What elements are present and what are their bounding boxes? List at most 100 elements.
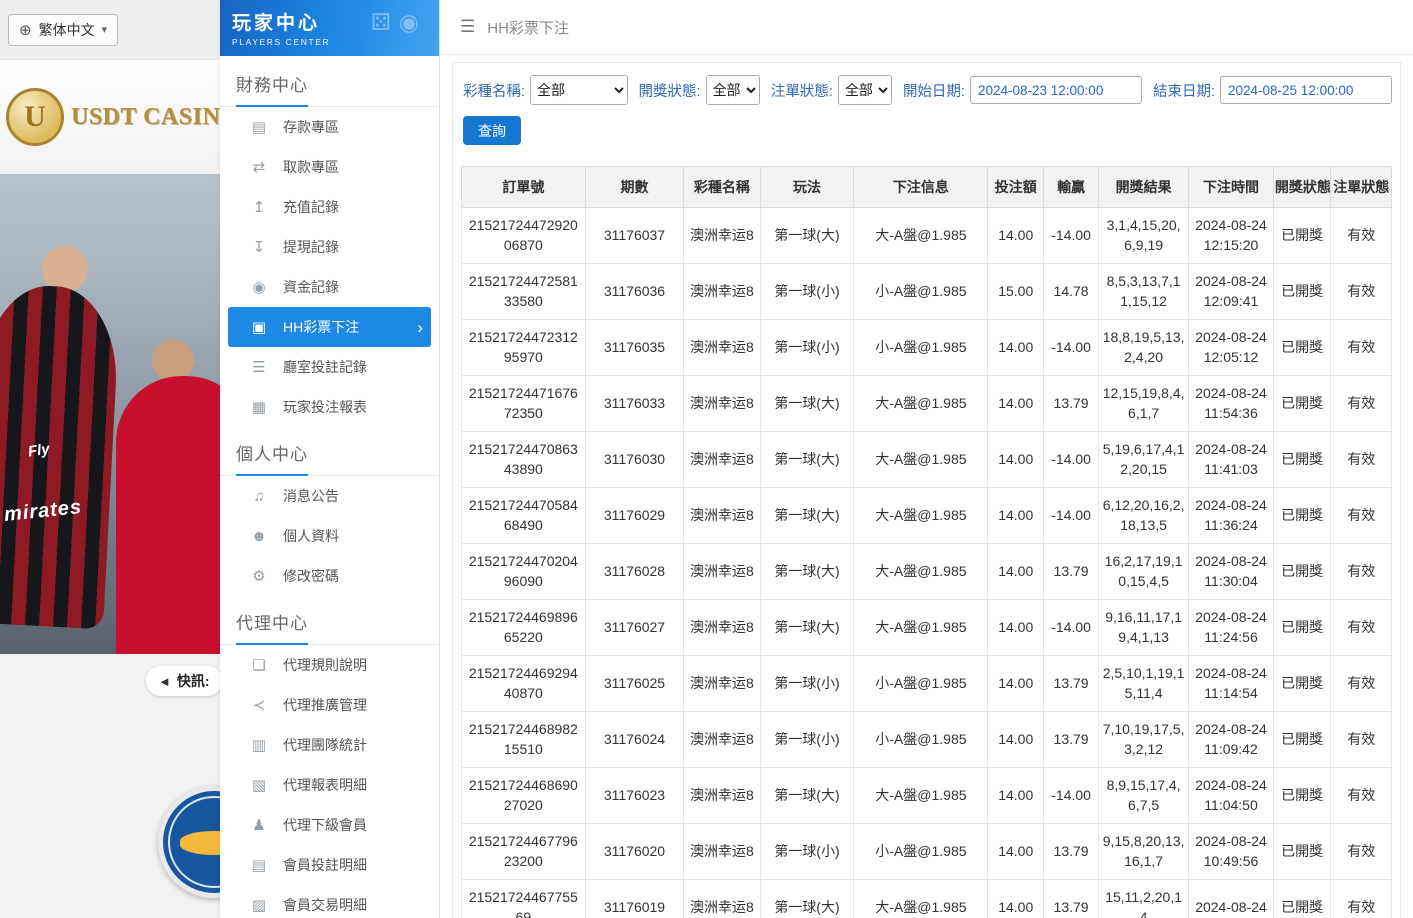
- lottery-name-select[interactable]: 全部: [530, 75, 628, 105]
- table-cell: 小-A盤@1.985: [854, 264, 988, 320]
- table-cell: 2024-08-24 11:41:03: [1189, 432, 1274, 488]
- sidebar-item-label: 取款專區: [283, 157, 339, 177]
- sidebar-item-agent_members[interactable]: ♟代理下級會員: [228, 805, 431, 845]
- table-cell: 2152172447086343890: [462, 432, 586, 488]
- language-label: 繁体中文: [39, 20, 95, 40]
- bet-table-header-row: 訂單號期數彩種名稱玩法下注信息投注額輸贏開獎結果下注時間開獎狀態注單狀態: [462, 167, 1392, 208]
- table-cell: 澳洲幸运8: [684, 264, 760, 320]
- table-cell: 第一球(大): [760, 376, 854, 432]
- sidebar-item-agent_team[interactable]: ▥ 代理團隊統計: [228, 725, 431, 765]
- sidebar-item-recharge_record[interactable]: ↥充值記錄: [228, 187, 431, 227]
- start-date-input[interactable]: [970, 76, 1142, 104]
- sidebar-item-label: 代理團隊統計: [283, 735, 367, 755]
- jersey-text: Fly: [27, 441, 51, 461]
- table-cell: 已開獎: [1273, 824, 1331, 880]
- sidebar-item-announcement[interactable]: ♫消息公告: [228, 476, 431, 516]
- sidebar-item-label: 充值記錄: [283, 197, 339, 217]
- sidebar-item-profile[interactable]: ☻個人資料: [228, 516, 431, 556]
- sidebar-item-label: 個人資料: [283, 526, 339, 546]
- table-cell: 2152172447258133580: [462, 264, 586, 320]
- table-cell: 14.00: [988, 432, 1044, 488]
- table-cell: 8,5,3,13,7,11,15,12: [1099, 264, 1189, 320]
- table-cell: 澳洲幸运8: [684, 656, 760, 712]
- sidebar-item-label: 代理推廣管理: [283, 695, 367, 715]
- sidebar-item-label: HH彩票下注: [283, 317, 359, 337]
- table-cell: 有效: [1331, 824, 1392, 880]
- table-cell: 2024-08-24 12:15:20: [1189, 208, 1274, 264]
- table-cell: 已開獎: [1273, 768, 1331, 824]
- brand-coin-icon: U: [6, 88, 64, 146]
- table-cell: 有效: [1331, 208, 1392, 264]
- table-cell: 2024-08-24 11:04:50: [1189, 768, 1274, 824]
- sidebar-item-label: 代理規則說明: [283, 655, 367, 675]
- table-cell: -14.00: [1044, 320, 1099, 376]
- table-cell: 第一球(大): [760, 600, 854, 656]
- table-cell: 第一球(小): [760, 656, 854, 712]
- table-cell: 澳洲幸运8: [684, 320, 760, 376]
- table-cell: 澳洲幸运8: [684, 544, 760, 600]
- table-cell: 第一球(大): [760, 208, 854, 264]
- caret-down-icon: ▾: [102, 23, 108, 36]
- sidebar-item-funds_record[interactable]: ◉資金記錄: [228, 267, 431, 307]
- table-cell: 已開獎: [1273, 488, 1331, 544]
- bet-status-select[interactable]: 全部: [838, 75, 892, 105]
- hamburger-icon[interactable]: ☰: [460, 17, 475, 37]
- table-row: 215217244723129597031176035澳洲幸运8第一球(小)小-…: [462, 320, 1392, 376]
- sidebar-item-lottery_bet[interactable]: ▣HH彩票下注›: [228, 307, 431, 347]
- sidebar-item-room_bet_record[interactable]: ☰廳室投註記錄: [228, 347, 431, 387]
- draw-status-label: 開獎狀態:: [639, 80, 701, 101]
- sidebar-section-heading: 個人中心: [220, 427, 439, 476]
- sidebar-item-agent_rules[interactable]: ❏代理規則說明: [228, 645, 431, 685]
- table-cell: 2024-08-24: [1189, 880, 1274, 918]
- table-cell: 6,12,20,16,2,18,13,5: [1099, 488, 1189, 544]
- table-cell: 31176019: [585, 880, 684, 918]
- language-bar: ⊕ 繁体中文 ▾: [0, 0, 220, 60]
- sidebar-item-member_trans[interactable]: ▨會員交易明細: [228, 885, 431, 918]
- table-cell: 13.79: [1044, 656, 1099, 712]
- sidebar-item-password[interactable]: ⚙修改密碼: [228, 556, 431, 596]
- table-cell: 2024-08-24 11:30:04: [1189, 544, 1274, 600]
- table-cell: 有效: [1331, 264, 1392, 320]
- screen: ⊕ 繁体中文 ▾ U USDT CASINO Fly mirates ◄ 快訊:: [0, 0, 1413, 918]
- column-header: 期數: [585, 167, 684, 208]
- table-cell: -14.00: [1044, 600, 1099, 656]
- table-cell: 15,11,2,20,14: [1099, 880, 1189, 918]
- table-row: 215217244689821551031176024澳洲幸运8第一球(小)小-…: [462, 712, 1392, 768]
- table-cell: 小-A盤@1.985: [854, 656, 988, 712]
- table-cell: 14.00: [988, 544, 1044, 600]
- member_bets-icon: ▤: [250, 856, 268, 874]
- sidebar-item-label: 代理下級會員: [283, 815, 367, 835]
- sidebar-item-player_report[interactable]: ▦玩家投注報表: [228, 387, 431, 427]
- table-cell: 7,10,19,17,5,3,2,12: [1099, 712, 1189, 768]
- draw-status-select[interactable]: 全部: [706, 75, 760, 105]
- table-cell: 13.79: [1044, 376, 1099, 432]
- table-cell: 澳洲幸运8: [684, 600, 760, 656]
- table-cell: 31176024: [585, 712, 684, 768]
- sidebar-item-agent_promo[interactable]: ≺代理推廣管理: [228, 685, 431, 725]
- sidebar-section-heading: 財務中心: [220, 58, 439, 107]
- table-cell: 2152172446869027020: [462, 768, 586, 824]
- end-date-input[interactable]: [1220, 76, 1392, 104]
- sidebar-item-withdrawal_record[interactable]: ↧提現記錄: [228, 227, 431, 267]
- table-cell: 2152172447058468490: [462, 488, 586, 544]
- sidebar-item-withdraw[interactable]: ⇄取款專區: [228, 147, 431, 187]
- table-cell: 有效: [1331, 376, 1392, 432]
- query-button[interactable]: 查詢: [463, 116, 521, 145]
- table-cell: 14.00: [988, 208, 1044, 264]
- table-cell: 2024-08-24 11:36:24: [1189, 488, 1274, 544]
- sidebar-item-agent_report[interactable]: ▧代理報表明細: [228, 765, 431, 805]
- table-cell: 9,15,8,20,13,16,1,7: [1099, 824, 1189, 880]
- sidebar-section-heading: 代理中心: [220, 596, 439, 645]
- table-cell: 8,9,15,17,4,6,7,5: [1099, 768, 1189, 824]
- table-cell: 有效: [1331, 432, 1392, 488]
- table-cell: 14.00: [988, 656, 1044, 712]
- dice-icon: ⚄: [371, 9, 399, 35]
- language-selector[interactable]: ⊕ 繁体中文 ▾: [8, 14, 118, 46]
- table-cell: 澳洲幸运8: [684, 712, 760, 768]
- table-cell: 大-A盤@1.985: [854, 488, 988, 544]
- sidebar-item-deposit[interactable]: ▤存款專區: [228, 107, 431, 147]
- agent_team-icon: ▥: [250, 736, 268, 754]
- sidebar-item-member_bets[interactable]: ▤會員投註明細: [228, 845, 431, 885]
- table-cell: 31176020: [585, 824, 684, 880]
- table-cell: 14.00: [988, 824, 1044, 880]
